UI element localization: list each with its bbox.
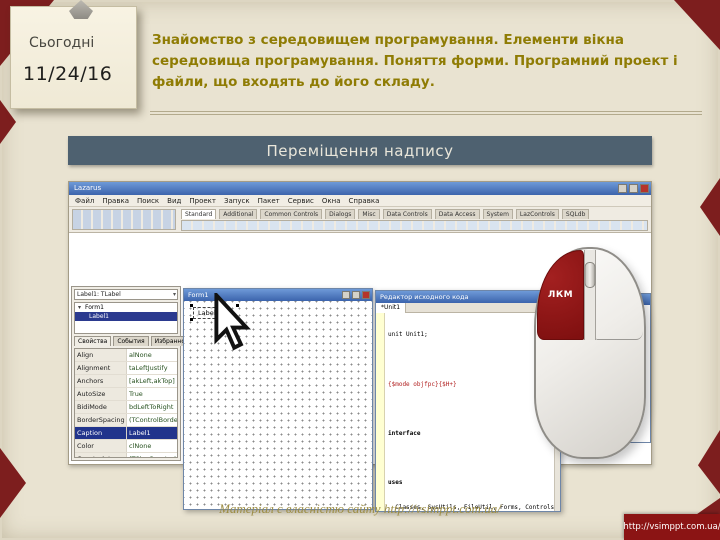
tree-item-label[interactable]: Label1 [75, 312, 177, 321]
mouse-illustration: ЛКМ [534, 247, 646, 459]
title-divider [150, 111, 702, 115]
palette-tab-common-controls[interactable]: Common Controls [260, 209, 323, 219]
palette-tab-lazcontrols[interactable]: LazControls [515, 209, 559, 219]
component-tree: ▾ Form1 Label1 [74, 302, 178, 334]
code-line[interactable]: interface [388, 430, 554, 438]
property-row[interactable]: BorderSpacing(TControlBorderSpacing) [75, 414, 177, 427]
mouse-left-button-label: ЛКМ [547, 290, 574, 300]
selection-handle[interactable] [190, 304, 193, 307]
property-row[interactable]: AutoSize True [75, 388, 177, 401]
code-line[interactable] [388, 454, 554, 462]
chevron-down-icon: ▾ [172, 291, 176, 298]
property-row[interactable]: Anchors [akLeft,akTop] [75, 375, 177, 388]
corner-decoration [698, 430, 720, 494]
ide-menubar: Файл Правка Поиск Вид Проект Запуск Паке… [69, 195, 651, 207]
code-line[interactable] [388, 356, 554, 364]
menu-edit[interactable]: Правка [102, 197, 129, 205]
palette-tab-system[interactable]: System [482, 209, 513, 219]
tab-properties[interactable]: Свойства [74, 336, 112, 346]
maximize-icon[interactable] [352, 291, 360, 299]
property-row-caption[interactable]: Caption Label1 [75, 427, 177, 440]
minimize-icon[interactable] [618, 184, 627, 193]
palette-tab-sqldb[interactable]: SQLdb [561, 209, 590, 219]
editor-tab-strip: *Unit1 [376, 303, 560, 313]
ide-toolbar-zone: Standard Additional Common Controls Dial… [69, 207, 651, 233]
ide-titlebar: Lazarus [69, 182, 651, 195]
palette-tab-data-access[interactable]: Data Access [434, 209, 480, 219]
window-controls [618, 184, 649, 193]
date-note: Сьогодні 11/24/16 [10, 0, 137, 109]
tree-item-form[interactable]: ▾ Form1 [75, 303, 177, 312]
editor-title-text: Редактор исходного кода [380, 293, 469, 301]
section-header: Переміщення надпису [68, 136, 652, 165]
palette-tab-standard[interactable]: Standard [181, 209, 217, 219]
tab-events[interactable]: События [113, 336, 149, 346]
tab-unit1[interactable]: *Unit1 [376, 303, 407, 313]
menu-search[interactable]: Поиск [137, 197, 159, 205]
palette-tab-data-controls[interactable]: Data Controls [382, 209, 432, 219]
window-controls [342, 291, 370, 299]
site-url-badge[interactable]: http://vsimppt.com.ua/ [623, 514, 720, 540]
corner-decoration [0, 448, 26, 518]
editor-titlebar: Редактор исходного кода [376, 291, 560, 303]
code-line[interactable] [388, 405, 554, 413]
property-row[interactable]: Alignment taLeftJustify [75, 362, 177, 375]
maximize-icon[interactable] [629, 184, 638, 193]
menu-tools[interactable]: Сервис [288, 197, 314, 205]
note-title: Сьогодні [29, 35, 95, 51]
property-row[interactable]: Constraints(TSizeConstraints) [75, 453, 177, 457]
palette-tab-dialogs[interactable]: Dialogs [325, 209, 356, 219]
property-row[interactable]: BidiMode bdLeftToRight [75, 401, 177, 414]
editor-body: unit Unit1; {$mode objfpc}{$H+} interfac… [376, 313, 560, 511]
component-combo-value: Label1: TLabel [77, 291, 121, 298]
mouse-wheel [584, 262, 596, 288]
toolbar-icons[interactable] [72, 209, 176, 230]
mouse-cursor-icon [211, 290, 253, 351]
form-title-text: Form1 [188, 291, 209, 299]
collapse-icon[interactable]: ▾ [78, 303, 85, 312]
paper-clip-icon [69, 0, 93, 19]
code-area[interactable]: unit Unit1; {$mode objfpc}{$H+} interfac… [386, 313, 554, 511]
selection-handle[interactable] [190, 318, 193, 321]
menu-help[interactable]: Справка [349, 197, 380, 205]
menu-view[interactable]: Вид [167, 197, 181, 205]
tree-item-label-text: Label1 [89, 313, 110, 320]
close-icon[interactable] [640, 184, 649, 193]
tree-item-label-text: Form1 [85, 304, 104, 311]
component-combo[interactable]: Label1: TLabel ▾ [74, 289, 178, 300]
code-line[interactable]: {$mode objfpc}{$H+} [388, 381, 554, 389]
menu-project[interactable]: Проект [189, 197, 216, 205]
mouse-right-button [596, 250, 643, 340]
component-palette-icons[interactable] [181, 220, 648, 231]
property-row[interactable]: Color clNone [75, 440, 177, 453]
corner-decoration [700, 178, 720, 236]
ide-window-title: Lazarus [74, 184, 102, 192]
close-icon[interactable] [362, 291, 370, 299]
code-line[interactable]: unit Unit1; [388, 331, 554, 339]
menu-run[interactable]: Запуск [224, 197, 250, 205]
editor-gutter [376, 313, 385, 511]
note-date: 11/24/16 [23, 63, 113, 85]
component-palette-tabs: Standard Additional Common Controls Dial… [181, 208, 648, 219]
property-grid: Align alNone Alignment taLeftJustify Ancho… [74, 348, 178, 458]
property-row[interactable]: Align alNone [75, 349, 177, 362]
footer-credit: Матеріал є власністю сайту http://vsimpp… [219, 501, 501, 516]
menu-windows[interactable]: Окна [322, 197, 341, 205]
menu-package[interactable]: Пакет [258, 197, 280, 205]
palette-tab-misc[interactable]: Misc [358, 209, 380, 219]
mouse-left-button: ЛКМ [537, 250, 584, 340]
code-line[interactable]: uses [388, 479, 554, 487]
presentation-slide: Сьогодні 11/24/16 Знайомство з середовищ… [0, 0, 720, 540]
palette-tab-additional[interactable]: Additional [219, 209, 258, 219]
slide-title: Знайомство з середовищем програмування. … [152, 32, 678, 90]
section-header-text: Переміщення надпису [266, 141, 454, 160]
object-inspector: Label1: TLabel ▾ ▾ Form1 Label1 Свойства … [71, 286, 193, 461]
inspector-tabs: Свойства События Избранное [74, 336, 193, 346]
menu-file[interactable]: Файл [75, 197, 94, 205]
minimize-icon[interactable] [342, 291, 350, 299]
